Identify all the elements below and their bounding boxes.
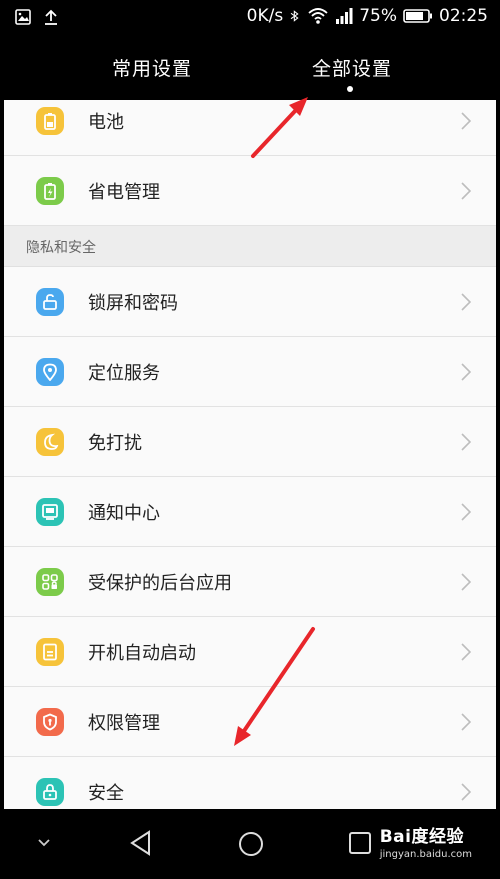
settings-item-power-saving[interactable]: 省电管理: [4, 156, 496, 226]
battery-percentage: 75%: [359, 6, 397, 26]
protected-apps-icon: [36, 568, 64, 596]
watermark-title: Bai度经验: [379, 827, 464, 847]
home-icon[interactable]: [237, 830, 265, 858]
security-icon: [36, 778, 64, 806]
chevron-right-icon: [461, 643, 472, 661]
settings-item-permission-management[interactable]: 权限管理: [4, 687, 496, 757]
settings-item-label: 开机自动启动: [88, 643, 196, 664]
permission-icon: [36, 708, 64, 736]
upload-icon: [45, 9, 57, 25]
wifi-icon: [308, 8, 328, 24]
settings-item-notification-center[interactable]: 通知中心: [4, 477, 496, 547]
signal-icon: [336, 8, 353, 24]
settings-item-autostart[interactable]: 开机自动启动: [4, 617, 496, 687]
moon-icon: [36, 428, 64, 456]
settings-item-label: 安全: [88, 783, 124, 804]
recents-icon[interactable]: [348, 831, 372, 855]
chevron-right-icon: [461, 433, 472, 451]
lock-screen-icon: [36, 288, 64, 316]
notification-icon: [36, 498, 64, 526]
location-icon: [36, 358, 64, 386]
chevron-right-icon: [461, 783, 472, 801]
bluetooth-icon: [290, 10, 299, 22]
settings-item-label: 定位服务: [88, 363, 160, 384]
battery-icon: [36, 107, 64, 135]
settings-list: 电池 省电管理 隐私和安全 锁屏和密码 定位服务 免打扰 通知中心 受保护的后台…: [4, 100, 496, 809]
baidu-jingyan-watermark: Bai度经验 jingyan.baidu.com: [380, 822, 472, 860]
settings-item-lock-screen[interactable]: 锁屏和密码: [4, 267, 496, 337]
settings-item-label: 省电管理: [88, 182, 160, 203]
collapse-chevron-icon[interactable]: [36, 837, 52, 849]
autostart-icon: [36, 638, 64, 666]
chevron-right-icon: [461, 363, 472, 381]
chevron-right-icon: [461, 573, 472, 591]
power-saving-icon: [36, 177, 64, 205]
settings-item-label: 通知中心: [88, 503, 160, 524]
settings-item-location[interactable]: 定位服务: [4, 337, 496, 407]
chevron-right-icon: [461, 713, 472, 731]
settings-tab-bar: 常用设置 全部设置: [0, 36, 500, 100]
status-bar: 0K/s 75% 02:25: [0, 0, 500, 36]
selected-tab-indicator: [347, 86, 353, 92]
settings-item-label: 免打扰: [88, 433, 142, 454]
settings-item-protected-apps[interactable]: 受保护的后台应用: [4, 547, 496, 617]
settings-item-label: 电池: [88, 112, 124, 133]
clock: 02:25: [439, 6, 488, 26]
watermark-url: jingyan.baidu.com: [379, 849, 472, 860]
back-icon[interactable]: [128, 829, 154, 857]
tab-all-settings[interactable]: 全部设置: [312, 54, 392, 81]
chevron-right-icon: [461, 112, 472, 130]
section-header-privacy: 隐私和安全: [4, 226, 496, 267]
battery-icon: [403, 9, 432, 23]
chevron-right-icon: [461, 503, 472, 521]
settings-item-label: 锁屏和密码: [88, 293, 178, 314]
settings-item-security[interactable]: 安全: [4, 757, 496, 809]
chevron-right-icon: [461, 293, 472, 311]
gallery-icon: [15, 9, 31, 25]
section-title: 隐私和安全: [26, 240, 96, 256]
settings-item-do-not-disturb[interactable]: 免打扰: [4, 407, 496, 477]
network-speed: 0K/s: [246, 6, 284, 26]
settings-item-battery[interactable]: 电池: [4, 100, 496, 156]
settings-item-label: 受保护的后台应用: [88, 573, 232, 594]
chevron-right-icon: [461, 182, 472, 200]
settings-item-label: 权限管理: [88, 713, 160, 734]
tab-common-settings[interactable]: 常用设置: [112, 54, 192, 81]
